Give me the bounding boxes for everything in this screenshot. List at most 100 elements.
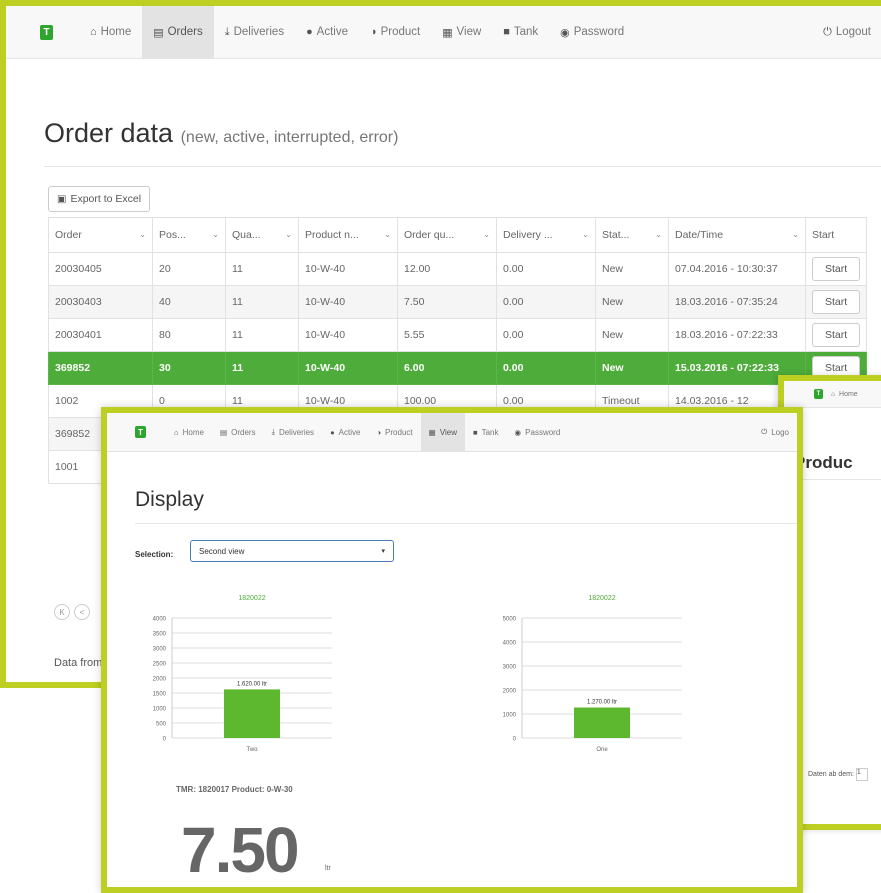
caret-down-icon: ▾ [381,548,385,555]
selection-dropdown[interactable]: Second view ▾ [190,540,394,562]
nav-deliveries[interactable]: ⤓ Deliveries [264,413,322,451]
start-button[interactable]: Start [812,290,861,314]
x-category-label: Two [246,747,258,753]
grid-icon: ▦ [428,427,436,437]
nav-password[interactable]: ◉ Password [549,6,635,58]
column-header[interactable]: Pos... ⌄ [152,217,226,253]
column-header[interactable]: Date/Time ⌄ [668,217,806,253]
y-tick-label: 500 [156,722,167,728]
y-tick-label: 5000 [503,617,517,623]
column-header-label: Pos... [159,229,186,241]
nav-active[interactable]: ● Active [295,6,359,58]
document-icon: ▤ [219,427,228,437]
nav-home[interactable]: ⌂ Home [79,6,142,58]
chevron-down-icon[interactable]: ⌄ [285,230,292,239]
display-navbar: T ⌂ Home ▤ Orders ⤓ Deliveries ● Active ◑ Pro… [107,413,797,452]
table-row[interactable]: 20030405 20 11 10-W-40 12.00 0.00 New 07.04.201… [48,252,868,286]
column-header[interactable]: Qua... ⌄ [225,217,299,253]
y-tick-label: 4000 [503,641,517,647]
x-category-label: One [596,747,608,753]
nav-orders[interactable]: ▤ Orders [142,6,214,58]
table-cell: 0.00 [496,285,596,319]
download-icon: ⤓ [271,427,275,436]
nav-view[interactable]: ▦ View [420,413,466,451]
table-row[interactable]: 20030403 40 11 10-W-40 7.50 0.00 New 18.03.2016… [48,285,868,319]
app-logo[interactable]: T [135,426,146,438]
table-cell: 11 [225,252,299,286]
chevron-down-icon[interactable]: ⌄ [582,230,589,239]
pager-button[interactable]: < [74,604,90,620]
big-unit: ltr [325,865,331,872]
nav-product[interactable]: ◑ Product [359,6,431,58]
home-icon: ⌂ [90,26,97,38]
drop-icon: ● [306,26,313,38]
data-from-label: Data from [54,657,103,669]
download-icon: ⤓ [224,25,230,38]
page-subtitle: (new, active, interrupted, error) [180,129,399,146]
table-row[interactable]: 20030401 80 11 10-W-40 5.55 0.00 New 18.03.2016… [48,318,868,352]
bar-data-label: 1.620.00 ltr [237,681,267,687]
app-logo[interactable]: T [40,24,53,40]
table-cell: Start [804,285,868,319]
nav-view[interactable]: ▦ View [431,6,492,58]
nav-deliveries[interactable]: ⤓ Deliveries [214,6,295,58]
nav-password[interactable]: ◉ Password [507,413,569,451]
table-row[interactable]: 369852 30 11 10-W-40 6.00 0.00 New 15.03.2016 -… [48,351,868,385]
y-tick-label: 0 [513,737,517,743]
start-button[interactable]: Start [812,323,861,347]
divider [135,523,797,524]
orders-navbar: T ⌂ Home ▤ Orders ⤓ Deliveries ● Active ◑ Pro… [6,6,881,59]
app-logo[interactable]: T [814,389,823,399]
nav-logout[interactable]: ⏻ Logout [823,26,871,39]
date-input[interactable]: 1 [855,768,868,781]
column-header[interactable]: Order ⌄ [48,217,153,253]
y-tick-label: 3000 [153,647,167,653]
start-button[interactable]: Start [812,257,861,281]
column-header[interactable]: Order qu... ⌄ [397,217,497,253]
nav-tank[interactable]: ■ Tank [492,6,549,58]
half-circle-icon: ◑ [370,26,377,38]
nav-home[interactable]: ⌂ Home [166,413,212,451]
y-tick-label: 4000 [153,617,167,623]
export-excel-button[interactable]: ▣ Export to Excel [48,186,151,212]
page-title: Order data (new, active, interrupted, er… [44,118,399,148]
nav-orders[interactable]: ▤ Orders [212,413,264,451]
chevron-down-icon[interactable]: ⌄ [655,230,662,239]
chevron-down-icon[interactable]: ⌄ [384,230,391,239]
column-header-label: Start [812,229,835,241]
column-header[interactable]: Product n... ⌄ [298,217,398,253]
nav-home[interactable]: ⌂ Home [831,381,858,407]
column-header[interactable]: Start [804,217,868,253]
table-cell: 0.00 [496,351,596,385]
table-cell: 11 [225,351,299,385]
date-filter: Daten ab dem: 1 [808,768,868,781]
power-icon: ⏻ [761,427,768,436]
column-header-label: Stat... [602,229,630,241]
column-header[interactable]: Delivery ... ⌄ [496,217,596,253]
bar [574,707,630,738]
table-cell: 20 [152,252,226,286]
table-cell: 40 [152,285,226,319]
tank-icon: ■ [503,26,510,38]
excel-icon: ▣ [57,193,67,205]
table-cell: 10-W-40 [298,285,398,319]
nav-active[interactable]: ● Active [322,413,368,451]
y-tick-label: 1500 [153,692,167,698]
nav-product[interactable]: ◑ Product [368,413,420,451]
nav-tank[interactable]: ■ Tank [465,413,507,451]
chevron-down-icon[interactable]: ⌄ [212,230,219,239]
chevron-down-icon[interactable]: ⌄ [792,230,799,239]
home-icon: ⌂ [831,390,836,398]
y-tick-label: 2000 [503,689,517,695]
table-cell: Start [804,318,868,352]
table-cell: 07.04.2016 - 10:30:37 [668,252,806,286]
y-tick-label: 2500 [153,662,167,668]
pager-button[interactable]: K [54,604,70,620]
table-cell: 11 [225,318,299,352]
column-header[interactable]: Stat... ⌄ [595,217,669,253]
nav-logout[interactable]: ⏻ Logo [761,427,789,437]
chevron-down-icon[interactable]: ⌄ [483,230,490,239]
y-tick-label: 1000 [503,713,517,719]
chevron-down-icon[interactable]: ⌄ [139,230,146,239]
table-cell: 7.50 [397,285,497,319]
